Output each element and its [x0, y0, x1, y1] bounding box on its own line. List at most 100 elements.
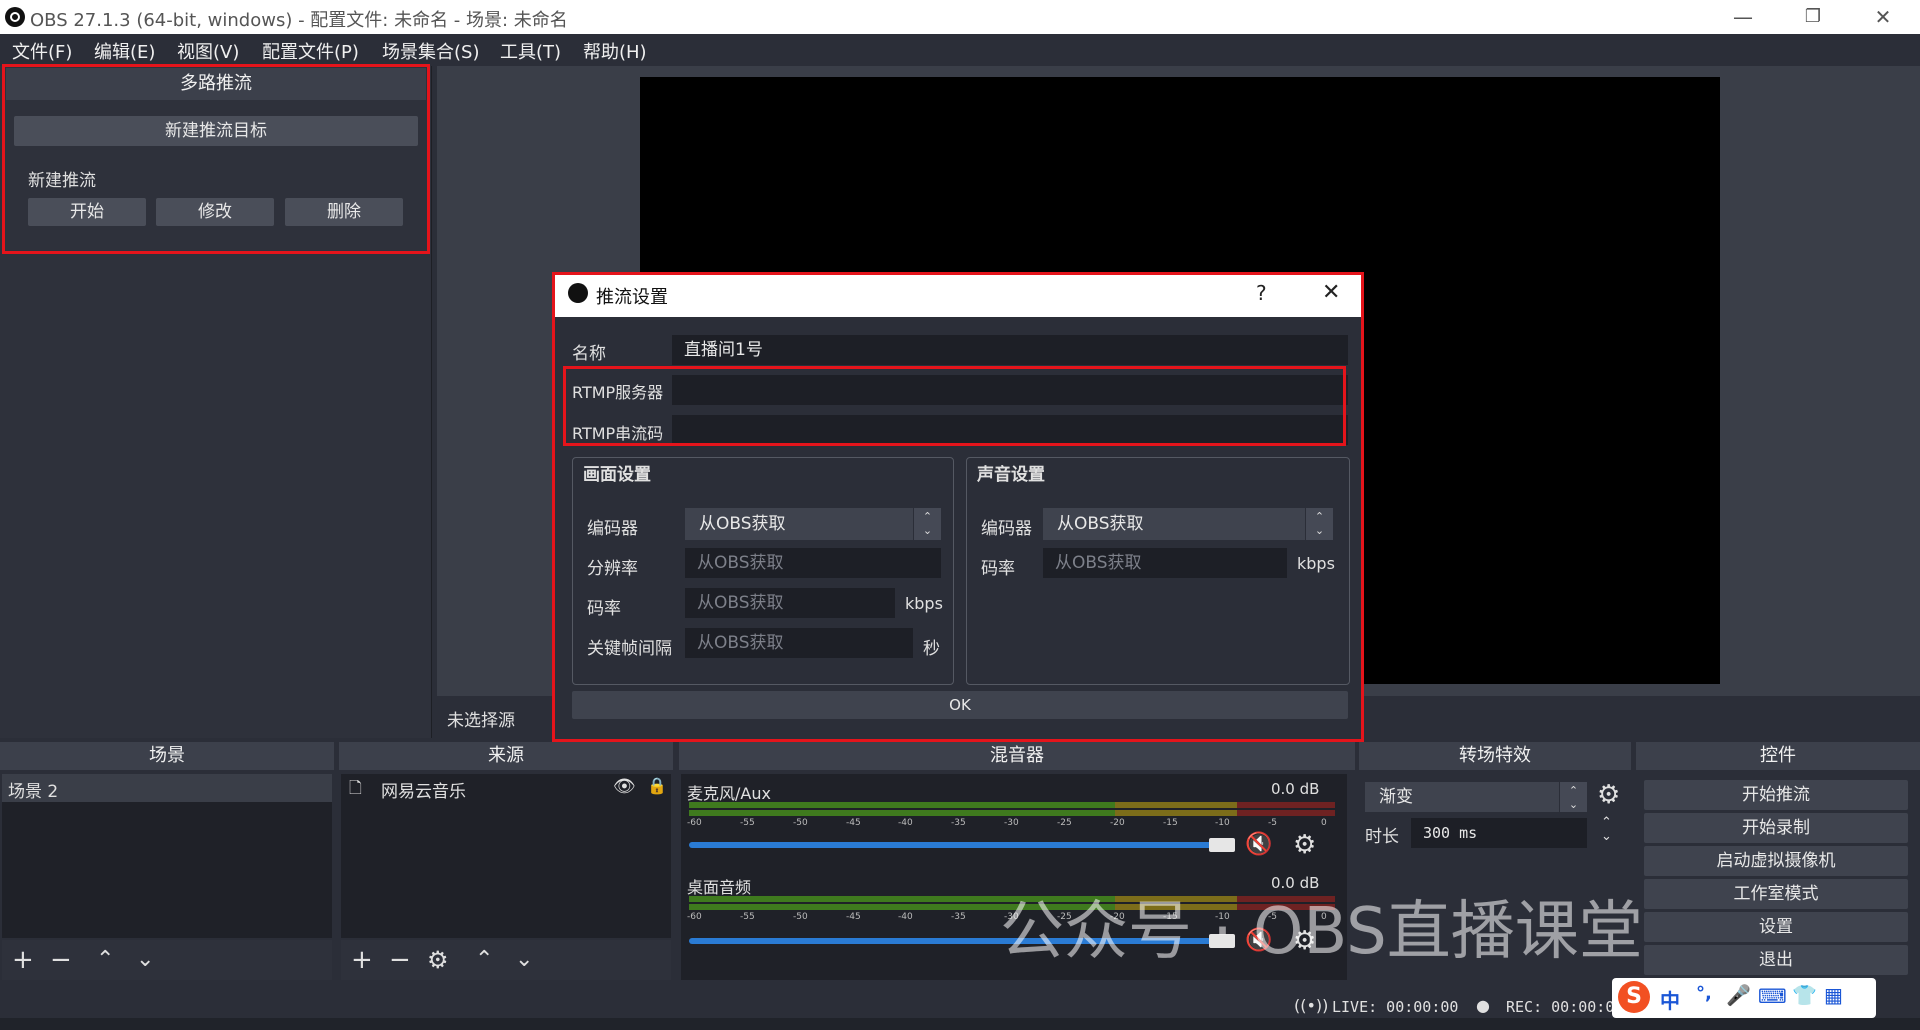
scene-item-label: 场景 2: [8, 782, 59, 802]
move-up-icon[interactable]: ⌃: [475, 940, 493, 980]
meter-tick-label: -20: [1110, 818, 1125, 828]
window-title: OBS 27.1.3 (64-bit, windows) - 配置文件: 未命名…: [30, 10, 568, 31]
meter-tick-label: -35: [951, 818, 966, 828]
menu-edit[interactable]: 编辑(E): [94, 38, 155, 64]
no-source-selected-label: 未选择源: [447, 711, 515, 731]
microphone-icon[interactable]: 🎤: [1726, 983, 1751, 1007]
meter-tick-label: -25: [1057, 818, 1072, 828]
scene-item[interactable]: 场景 2: [2, 774, 332, 802]
transition-type-value: 渐变: [1379, 787, 1413, 807]
volume-slider[interactable]: [689, 842, 1229, 848]
meter-tick-label: -45: [846, 818, 861, 828]
meter-tick-label: -55: [740, 912, 755, 922]
file-icon: 🗋: [349, 778, 362, 797]
sources-list: 🗋 网易云音乐 👁 🔒: [341, 774, 671, 938]
highlight-box-multistream: [2, 64, 430, 254]
duration-stepper-icon[interactable]: ⌃ ⌄: [1601, 816, 1612, 844]
meter-tick-label: -15: [1163, 818, 1178, 828]
sources-dock-title: 来源: [339, 742, 673, 770]
meter-red-segment: [1237, 802, 1335, 808]
add-scene-icon[interactable]: +: [12, 940, 34, 980]
rec-timer: REC: 00:00:00: [1506, 998, 1624, 1016]
ime-chinese-mode[interactable]: 中: [1660, 985, 1680, 1014]
remove-scene-icon[interactable]: −: [50, 940, 72, 980]
ime-punctuation[interactable]: °,: [1696, 983, 1712, 1004]
remove-source-icon[interactable]: −: [389, 940, 411, 980]
restore-button[interactable]: ❐: [1783, 0, 1843, 34]
meter-tick-label: -40: [898, 912, 913, 922]
sogou-logo-icon: S: [1618, 981, 1650, 1013]
start-streaming-button[interactable]: 开始推流: [1644, 780, 1908, 810]
start-recording-button[interactable]: 开始录制: [1644, 813, 1908, 843]
mixer-channel-name: 麦克风/Aux: [687, 784, 771, 803]
menu-view[interactable]: 视图(V): [177, 38, 239, 64]
meter-ticks: -60 -55 -50 -45 -40 -35 -30 -25 -20 -15 -10 -5 0: [687, 818, 1337, 830]
meter-tick-label: -30: [1004, 818, 1019, 828]
mixer-channel-name: 桌面音频: [687, 878, 752, 897]
source-item[interactable]: 🗋 网易云音乐 👁 🔒: [341, 774, 671, 802]
meter-tick-label: -60: [687, 912, 702, 922]
live-signal-icon: ((•)): [1294, 996, 1329, 1015]
meter-tick-label: -35: [951, 912, 966, 922]
menu-scene-collection[interactable]: 场景集合(S): [382, 38, 479, 64]
record-dot-icon: ●: [1476, 996, 1490, 1015]
meter-tick-label: -45: [846, 912, 861, 922]
meter-tick-label: -50: [793, 912, 808, 922]
controls-dock: 控件 开始推流 开始录制 启动虚拟摄像机 工作室模式 设置 退出: [1636, 742, 1920, 982]
watermark: 公众号 · OBS直播课堂: [1000, 895, 1643, 969]
meter-tick-label: -10: [1215, 818, 1230, 828]
volume-slider-knob[interactable]: [1209, 838, 1235, 852]
add-source-icon[interactable]: +: [351, 940, 373, 980]
move-down-icon[interactable]: ⌄: [515, 940, 533, 980]
meter-tick-label: -5: [1268, 818, 1277, 828]
transitions-dock-title: 转场特效: [1359, 742, 1631, 770]
scenes-dock-title: 场景: [0, 742, 334, 770]
meter-tick-label: -55: [740, 818, 755, 828]
meter-tick-label: -40: [898, 818, 913, 828]
sources-toolbar: + − ⚙ ⌃ ⌄: [341, 940, 671, 980]
mixer-dock-title: 混音器: [679, 742, 1355, 770]
scenes-toolbar: + − ⌃ ⌄: [2, 940, 332, 980]
scenes-list: 场景 2: [2, 774, 332, 938]
live-timer: LIVE: 00:00:00: [1332, 998, 1459, 1016]
channel-settings-gear-icon[interactable]: ⚙: [1293, 830, 1316, 860]
menu-file[interactable]: 文件(F): [12, 38, 72, 64]
controls-dock-title: 控件: [1636, 742, 1920, 770]
muted-speaker-icon[interactable]: 🔇: [1245, 832, 1272, 857]
window-title-bar: OBS 27.1.3 (64-bit, windows) - 配置文件: 未命名…: [0, 0, 1920, 34]
duration-input[interactable]: 300 ms: [1411, 818, 1587, 848]
meter-tick-label: -60: [687, 818, 702, 828]
obs-logo-icon: [5, 7, 25, 27]
visibility-eye-icon[interactable]: 👁: [613, 776, 636, 797]
mixer-channel-db: 0.0 dB: [1271, 780, 1320, 798]
ime-toolbar: S 中 °, 🎤 ⌨ 👕 ▦: [1612, 978, 1876, 1018]
keyboard-icon[interactable]: ⌨: [1758, 984, 1787, 1008]
sources-dock: 来源 🗋 网易云音乐 👁 🔒 + − ⚙ ⌃ ⌄: [339, 742, 673, 982]
skin-shirt-icon[interactable]: 👕: [1792, 983, 1817, 1007]
menu-help[interactable]: 帮助(H): [583, 38, 647, 64]
settings-button[interactable]: 设置: [1644, 912, 1908, 942]
lock-icon[interactable]: 🔒: [647, 776, 667, 795]
meter-tick-label: 0: [1321, 818, 1327, 828]
toolbox-grid-icon[interactable]: ▦: [1824, 983, 1843, 1007]
meter-green-segment: [689, 810, 1115, 816]
meter-green-segment: [689, 802, 1115, 808]
close-button[interactable]: ✕: [1853, 0, 1913, 34]
start-virtual-camera-button[interactable]: 启动虚拟摄像机: [1644, 846, 1908, 876]
menu-tools[interactable]: 工具(T): [500, 38, 561, 64]
menu-profile[interactable]: 配置文件(P): [262, 38, 359, 64]
exit-button[interactable]: 退出: [1644, 945, 1908, 975]
studio-mode-button[interactable]: 工作室模式: [1644, 879, 1908, 909]
source-properties-gear-icon[interactable]: ⚙: [427, 940, 449, 980]
transition-settings-gear-icon[interactable]: ⚙: [1597, 780, 1620, 810]
minimize-button[interactable]: —: [1713, 0, 1773, 34]
meter-red-segment: [1237, 810, 1335, 816]
move-down-icon[interactable]: ⌄: [136, 940, 154, 980]
taskbar-strip: [0, 1018, 1920, 1030]
highlight-box-dialog: [552, 272, 1364, 742]
meter-yellow-segment: [1115, 802, 1237, 808]
meter-tick-label: -50: [793, 818, 808, 828]
meter-yellow-segment: [1115, 810, 1237, 816]
transition-type-select[interactable]: 渐变 ⌃ ⌄: [1365, 782, 1587, 812]
move-up-icon[interactable]: ⌃: [96, 940, 114, 980]
